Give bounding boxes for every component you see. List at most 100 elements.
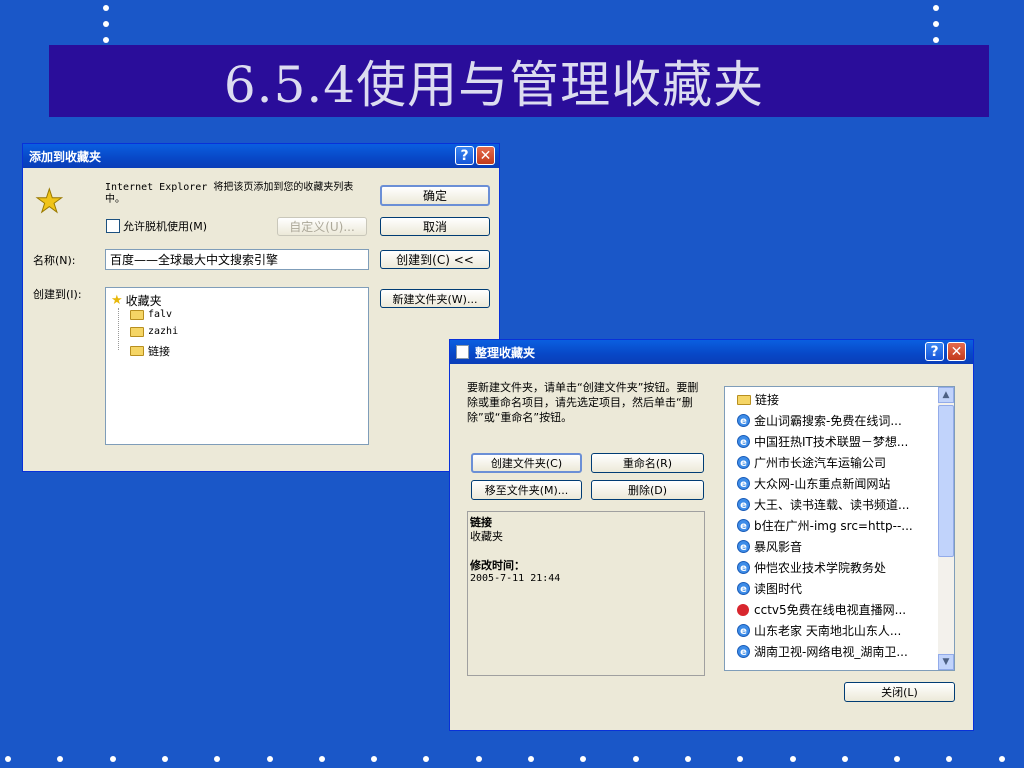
name-input[interactable]: 百度——全球最大中文搜索引擎: [105, 249, 369, 270]
page-icon: [456, 345, 469, 359]
move-to-folder-button[interactable]: 移至文件夹(M)...: [471, 480, 582, 500]
ie-page-icon: e: [737, 519, 750, 532]
ie-page-icon: e: [737, 582, 750, 595]
ie-page-icon: e: [737, 477, 750, 490]
cancel-button[interactable]: 取消: [380, 217, 490, 236]
decor-dot: [933, 5, 939, 11]
help-button[interactable]: ?: [925, 342, 944, 361]
tree-root[interactable]: ★ 收藏夹: [111, 292, 162, 309]
new-folder-button[interactable]: 新建文件夹(W)...: [380, 289, 490, 308]
folder-icon: [737, 394, 751, 405]
organize-favorites-titlebar[interactable]: 整理收藏夹: [450, 340, 973, 364]
decor-dot: [5, 756, 11, 762]
decor-dot: [933, 37, 939, 43]
list-item-label: 读图时代: [754, 582, 803, 596]
list-item[interactable]: e 大王、读书连载、读书频道...: [737, 496, 909, 513]
tree-item-falv[interactable]: falv: [130, 309, 172, 320]
ie-page-icon: e: [737, 456, 750, 469]
list-item[interactable]: e 山东老家 天南地北山东人...: [737, 622, 901, 639]
list-item-label: 广州市长途汽车运输公司: [754, 456, 887, 470]
tv-icon: [737, 603, 749, 616]
ie-page-icon: e: [737, 561, 750, 574]
list-scrollbar[interactable]: ▲ ▼: [938, 387, 954, 670]
tree-item-label: falv: [148, 309, 173, 320]
decor-dot: [109, 756, 116, 762]
list-item[interactable]: e 中国狂热IT技术联盟－梦想...: [737, 433, 908, 450]
list-item-label: 链接: [755, 393, 780, 407]
tree-item-links[interactable]: 链接: [130, 343, 170, 359]
decor-dot: [998, 756, 1005, 762]
list-item[interactable]: cctv5免费在线电视直播网...: [737, 601, 906, 618]
favorites-list[interactable]: 链接 e 金山词霸搜索-免费在线词... e 中国狂热IT技术联盟－梦想... e 广州市长…: [724, 386, 955, 671]
list-item[interactable]: e 仲恺农业技术学院教务处: [737, 559, 886, 576]
ie-page-icon: e: [737, 435, 750, 448]
scroll-down-button[interactable]: ▼: [938, 654, 954, 670]
create-in-label: 创建到(I):: [33, 288, 82, 301]
folder-icon: [130, 309, 144, 320]
tree-item-zazhi[interactable]: zazhi: [130, 326, 178, 337]
decor-dot: [933, 21, 939, 27]
star-icon: ★: [111, 293, 123, 308]
name-label: 名称(N):: [33, 254, 76, 267]
list-item[interactable]: e 湖南卫视-网络电视_湖南卫...: [737, 643, 908, 660]
list-item[interactable]: e 广州市长途汽车运输公司: [737, 454, 886, 471]
decor-dot: [475, 756, 482, 762]
decor-dot: [318, 756, 325, 762]
customize-button[interactable]: 自定义(U)...: [277, 217, 367, 236]
offline-checkbox-label: 允许脱机使用(M): [123, 220, 208, 233]
list-item[interactable]: e 大众网-山东重点新闻网站: [737, 475, 890, 492]
list-item[interactable]: e 金山词霸搜索-免费在线词...: [737, 412, 902, 429]
decor-dot: [946, 756, 953, 762]
list-item-label: 湖南卫视-网络电视_湖南卫...: [754, 645, 908, 659]
decor-dot: [214, 756, 221, 762]
offline-checkbox[interactable]: 允许脱机使用(M): [106, 218, 207, 234]
list-item-label: 金山词霸搜索-免费在线词...: [754, 414, 902, 428]
help-button[interactable]: ?: [455, 146, 474, 165]
delete-button[interactable]: 删除(D): [591, 480, 704, 500]
list-item[interactable]: 链接: [737, 391, 779, 408]
create-in-button[interactable]: 创建到(C) <<: [380, 250, 490, 269]
organize-favorites-dialog: 整理收藏夹 ? ✕ 要新建文件夹，请单击“创建文件夹”按钮。要删除或重命名项目，…: [449, 339, 974, 731]
ie-page-icon: e: [737, 624, 750, 637]
ok-button[interactable]: 确定: [380, 185, 490, 206]
list-item-label: 大众网-山东重点新闻网站: [754, 477, 891, 491]
info-modified-value: 2005-7-11 21:44: [470, 573, 561, 584]
ie-page-icon: e: [737, 414, 750, 427]
list-item[interactable]: e 读图时代: [737, 580, 802, 597]
add-favorites-titlebar[interactable]: 添加到收藏夹: [23, 144, 499, 168]
decor-dot: [894, 756, 901, 762]
close-button[interactable]: ✕: [947, 342, 966, 361]
close-button[interactable]: ✕: [476, 146, 495, 165]
folder-icon: [130, 346, 144, 356]
add-favorites-dialog: 添加到收藏夹 ? ✕ ★ Internet Explorer 将把该页添加到您的…: [22, 143, 500, 472]
decor-dot: [371, 756, 378, 762]
star-icon: ★: [35, 182, 65, 221]
tree-line: [118, 308, 120, 350]
decor-dot: [103, 37, 109, 43]
tree-item-label: 链接: [148, 345, 170, 358]
ie-page-icon: e: [737, 645, 750, 658]
list-item[interactable]: e 暴风影音: [737, 538, 802, 555]
decor-dot: [161, 756, 168, 762]
add-favorites-title: 添加到收藏夹: [29, 149, 102, 164]
scroll-up-button[interactable]: ▲: [938, 387, 954, 403]
decor-dot: [103, 5, 109, 11]
info-type: 收藏夹: [470, 530, 503, 543]
list-item[interactable]: e b住在广州-img src=http--...: [737, 517, 913, 534]
folder-tree[interactable]: ★ 收藏夹 falv zazhi 链接: [105, 287, 369, 445]
decor-dot: [580, 756, 587, 762]
list-item-label: 暴风影音: [754, 540, 803, 554]
list-item-label: 山东老家 天南地北山东人...: [754, 624, 902, 638]
scroll-thumb[interactable]: [938, 405, 954, 557]
decor-dot: [266, 756, 273, 762]
create-folder-button[interactable]: 创建文件夹(C): [471, 453, 582, 473]
close-dialog-button[interactable]: 关闭(L): [844, 682, 955, 702]
rename-button[interactable]: 重命名(R): [591, 453, 704, 473]
decor-dot: [737, 756, 744, 762]
list-item-label: 大王、读书连载、读书频道...: [754, 498, 910, 512]
item-info-panel: 链接 收藏夹 修改时间： 2005-7-11 21:44: [467, 511, 705, 676]
folder-icon: [130, 326, 144, 337]
decor-dot: [632, 756, 639, 762]
checkbox-box[interactable]: [106, 219, 120, 233]
list-item-label: 中国狂热IT技术联盟－梦想...: [754, 435, 909, 449]
